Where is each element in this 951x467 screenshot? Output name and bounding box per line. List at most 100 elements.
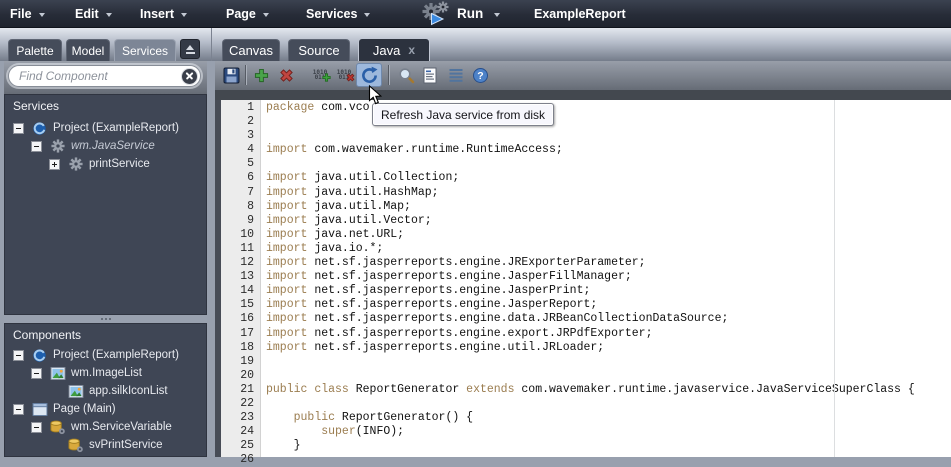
tree-item-label: wm.ServiceVariable xyxy=(71,421,172,433)
sidebar-tab-model[interactable]: Model xyxy=(66,39,110,61)
tree-item[interactable]: app.silkIconList xyxy=(5,382,206,400)
refresh-button[interactable] xyxy=(356,63,382,87)
binary-add-icon: 1010 011 xyxy=(313,69,331,82)
code-line: import net.sf.jasperreports.engine.util.… xyxy=(266,340,605,354)
clear-search-icon[interactable] xyxy=(182,68,197,84)
tab-strip: Palette Model Services Canvas Source Jav… xyxy=(0,27,951,61)
panel-splitter[interactable] xyxy=(4,315,207,323)
menu-insert[interactable]: Insert xyxy=(140,0,188,27)
run-dropdown[interactable] xyxy=(494,0,500,27)
horizontal-lines-icon xyxy=(448,67,464,83)
code-line: import java.net.URL; xyxy=(266,227,405,241)
line-number: 18 xyxy=(240,340,254,354)
strip-divider xyxy=(211,28,212,61)
sidebar-tab-services[interactable]: Services xyxy=(114,39,176,61)
editor-tab-java[interactable]: Java x xyxy=(358,38,430,61)
line-number: 1 xyxy=(247,101,254,114)
collapse-expander-icon[interactable] xyxy=(31,421,42,433)
tree-item[interactable]: Project (ExampleReport) xyxy=(5,346,206,364)
code-line: import java.util.HashMap; xyxy=(266,185,439,199)
menu-file[interactable]: File xyxy=(10,0,45,27)
menu-bar: File Edit Insert Page Services Run Examp… xyxy=(0,0,951,28)
code-line: import java.util.Vector; xyxy=(266,213,432,227)
expand-expander-icon[interactable] xyxy=(49,158,60,170)
code-line: public class ReportGenerator extends com… xyxy=(266,382,915,396)
tree-item[interactable]: printService xyxy=(5,155,206,173)
line-number: 26 xyxy=(240,453,254,467)
line-number: 23 xyxy=(240,411,254,425)
svg-text:?: ? xyxy=(477,70,483,82)
help-button[interactable]: ? xyxy=(468,63,492,87)
line-number: 11 xyxy=(240,241,254,255)
add-button[interactable] xyxy=(249,63,273,87)
tree-item[interactable]: wm.JavaService xyxy=(5,137,206,155)
tree-item[interactable]: wm.ImageList xyxy=(5,364,206,382)
line-number: 24 xyxy=(240,425,254,439)
code-line: import net.sf.jasperreports.engine.Jaspe… xyxy=(266,270,632,284)
tree-item-label: Project (ExampleReport) xyxy=(53,122,179,134)
project-icon xyxy=(31,120,48,136)
menu-services[interactable]: Services xyxy=(306,0,371,27)
components-panel-title: Components xyxy=(13,328,82,342)
collapse-expander-icon[interactable] xyxy=(31,140,42,152)
line-number: 20 xyxy=(240,368,254,382)
code-line: import net.sf.jasperreports.engine.Jaspe… xyxy=(266,298,598,312)
services-panel: Services Project (ExampleReport) wm.JavaS… xyxy=(4,94,207,315)
editor-tab-canvas[interactable]: Canvas xyxy=(222,39,280,61)
sidebar-tab-palette[interactable]: Palette xyxy=(8,39,62,61)
line-number: 16 xyxy=(240,312,254,326)
chevron-down-icon xyxy=(105,12,112,17)
chevron-down-icon xyxy=(364,12,371,17)
collapse-expander-icon[interactable] xyxy=(13,403,24,415)
save-button[interactable] xyxy=(219,63,243,87)
chevron-down-icon xyxy=(38,12,45,17)
document-lines-icon xyxy=(422,67,438,84)
format-button[interactable] xyxy=(418,63,442,87)
tree-item[interactable]: Project (ExampleReport) xyxy=(5,119,206,137)
tree-item[interactable]: wm.ServiceVariable xyxy=(5,418,206,436)
remove-operation-button[interactable]: 1010 011 xyxy=(332,63,356,87)
code-line: import com.wavemaker.runtime.RuntimeAcce… xyxy=(266,143,563,157)
tree-item-label: printService xyxy=(89,158,150,170)
binary-remove-icon: 1010 011 xyxy=(337,69,355,82)
tree-item[interactable]: Page (Main) xyxy=(5,400,206,418)
line-number: 8 xyxy=(247,199,254,213)
collapse-expander-icon[interactable] xyxy=(31,367,42,379)
chevron-down-icon xyxy=(494,12,500,17)
gear-icon xyxy=(67,156,84,172)
java-editor: 1 2 3 4 5 6 7 8 9 10 11 12 13 14 15 16 17 18 19 20 21 22 23 24 2… xyxy=(215,100,951,466)
code-line: } xyxy=(266,439,301,453)
close-tab-icon[interactable]: x xyxy=(408,43,415,57)
menu-page[interactable]: Page xyxy=(226,0,269,27)
toolbar-edge xyxy=(215,90,951,100)
add-operation-button[interactable]: 1010 011 xyxy=(308,63,332,87)
line-number: 9 xyxy=(247,213,254,227)
editor-tab-source[interactable]: Source xyxy=(288,39,350,61)
service-variable-icon xyxy=(67,437,84,453)
menu-edit[interactable]: Edit xyxy=(75,0,112,27)
image-list-icon xyxy=(49,365,66,381)
run-button[interactable]: Run xyxy=(457,0,483,27)
line-number: 6 xyxy=(247,171,254,185)
collapse-expander-icon[interactable] xyxy=(13,349,24,361)
components-tree: Project (ExampleReport) wm.ImageList app.s… xyxy=(5,346,206,454)
code-area[interactable]: package com.vco import com.wavemaker.run… xyxy=(261,100,951,458)
line-number: 14 xyxy=(240,284,254,298)
collapse-expander-icon[interactable] xyxy=(13,122,24,134)
delete-button[interactable] xyxy=(274,63,298,87)
search-input[interactable] xyxy=(9,69,182,83)
code-line: import java.io.*; xyxy=(266,241,384,255)
service-variable-icon xyxy=(49,419,66,435)
plus-icon xyxy=(254,68,269,83)
code-line: import net.sf.jasperreports.engine.JRExp… xyxy=(266,256,646,270)
chevron-down-icon xyxy=(181,12,188,17)
tree-item[interactable]: svPrintService xyxy=(5,436,206,454)
line-display-button[interactable] xyxy=(444,63,468,87)
collapse-panel-button[interactable] xyxy=(180,39,200,59)
tree-item-label: app.silkIconList xyxy=(89,385,168,397)
project-name-label: ExampleReport xyxy=(534,6,626,21)
search-button[interactable] xyxy=(394,63,418,87)
line-number: 22 xyxy=(240,396,254,410)
